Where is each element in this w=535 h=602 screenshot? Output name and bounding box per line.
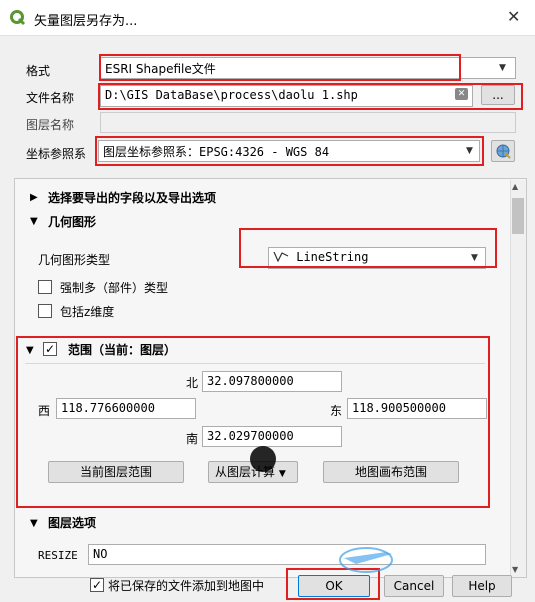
north-label: 北 <box>186 376 199 390</box>
force-multi-checkbox[interactable] <box>38 280 52 294</box>
south-label: 南 <box>186 432 199 446</box>
scroll-up-icon[interactable]: ▲ <box>512 182 518 191</box>
expand-right-icon[interactable]: ▶ <box>30 192 38 203</box>
west-input[interactable]: 118.776600000 <box>56 398 196 419</box>
resize-select[interactable]: NO <box>88 544 486 565</box>
add-to-map-checkbox[interactable]: ✓ <box>90 578 104 592</box>
resize-label: RESIZE <box>38 549 78 562</box>
crs-label: 坐标参照系 <box>26 147 87 161</box>
highlight-box <box>239 228 497 268</box>
divider <box>25 363 485 364</box>
highlight-box <box>98 83 523 110</box>
chevron-down-icon: ▼ <box>278 469 286 479</box>
layername-label: 图层名称 <box>26 118 75 132</box>
highlight-box <box>95 136 484 166</box>
collapse-down-icon[interactable]: ▼ <box>26 345 34 356</box>
include-z-label: 包括z维度 <box>60 305 115 319</box>
fields-section-header[interactable]: 选择要导出的字段以及导出选项 <box>48 189 216 206</box>
map-canvas-extent-button[interactable]: 地图画布范围 <box>323 461 459 483</box>
collapse-down-icon[interactable]: ▼ <box>30 216 38 227</box>
force-multi-label: 强制多（部件）类型 <box>60 281 169 295</box>
east-label: 东 <box>330 404 343 418</box>
watermark-logo <box>336 534 396 580</box>
format-label: 格式 <box>26 64 51 78</box>
crs-selector-button[interactable] <box>491 140 515 162</box>
west-label: 西 <box>38 404 51 418</box>
filename-label: 文件名称 <box>26 91 75 105</box>
scrollbar[interactable] <box>510 180 526 577</box>
geometry-section-header[interactable]: 几何图形 <box>48 213 96 230</box>
include-z-checkbox[interactable] <box>38 304 52 318</box>
layer-options-section-header[interactable]: 图层选项 <box>48 514 96 531</box>
collapse-down-icon[interactable]: ▼ <box>30 518 38 529</box>
north-value: 32.097800000 <box>207 374 294 388</box>
qgis-logo-icon <box>10 10 26 26</box>
chevron-down-icon: ▼ <box>499 63 506 73</box>
extent-checkbox[interactable]: ✓ <box>43 342 57 356</box>
geometry-type-label: 几何图形类型 <box>38 253 111 267</box>
north-input[interactable]: 32.097800000 <box>202 371 342 392</box>
scroll-down-icon[interactable]: ▼ <box>512 565 518 574</box>
layername-input[interactable] <box>100 112 516 133</box>
cursor-indicator <box>250 446 276 472</box>
help-button[interactable]: Help <box>452 575 512 597</box>
south-input[interactable]: 32.029700000 <box>202 426 342 447</box>
extent-section-header[interactable]: 范围（当前：图层） <box>68 341 176 358</box>
add-to-map-label: 将已保存的文件添加到地图中 <box>108 579 265 593</box>
window-title: 矢量图层另存为... <box>34 14 138 29</box>
west-value: 118.776600000 <box>61 401 155 415</box>
resize-value: NO <box>93 547 108 561</box>
close-icon[interactable]: ✕ <box>507 7 520 26</box>
south-value: 32.029700000 <box>207 429 294 443</box>
scrollbar-thumb[interactable] <box>512 198 524 234</box>
current-layer-extent-button[interactable]: 当前图层范围 <box>48 461 184 483</box>
east-input[interactable]: 118.900500000 <box>347 398 487 419</box>
east-value: 118.900500000 <box>352 401 446 415</box>
globe-icon <box>496 144 511 159</box>
highlight-box <box>99 54 461 81</box>
